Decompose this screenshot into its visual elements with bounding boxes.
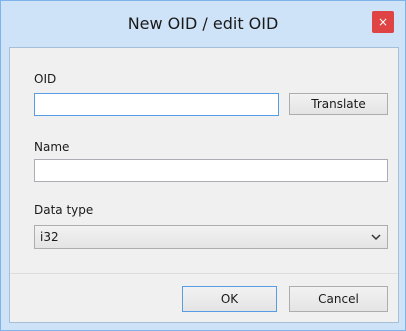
close-button[interactable]: × (372, 11, 394, 33)
cancel-button-label: Cancel (318, 292, 359, 306)
oid-label: OID (34, 72, 57, 86)
close-icon: × (377, 15, 389, 29)
window-title: New OID / edit OID (127, 14, 279, 33)
datatype-label: Data type (34, 203, 94, 217)
dialog-body: OID Translate Name Data type i32 OK Canc… (9, 47, 399, 323)
chevron-down-icon (371, 234, 381, 241)
title-bar[interactable]: New OID / edit OID × (1, 1, 405, 47)
datatype-select[interactable]: i32 (34, 225, 388, 249)
cancel-button[interactable]: Cancel (289, 286, 388, 312)
name-input[interactable] (34, 159, 388, 182)
name-label: Name (34, 140, 70, 154)
ok-button[interactable]: OK (182, 286, 277, 312)
translate-button-label: Translate (311, 97, 366, 111)
datatype-selected-value: i32 (40, 230, 59, 244)
oid-input[interactable] (34, 93, 279, 116)
translate-button[interactable]: Translate (289, 93, 388, 115)
dialog-window: New OID / edit OID × OID Translate Name … (0, 0, 406, 331)
ok-button-label: OK (220, 292, 239, 306)
footer-separator (10, 273, 398, 274)
